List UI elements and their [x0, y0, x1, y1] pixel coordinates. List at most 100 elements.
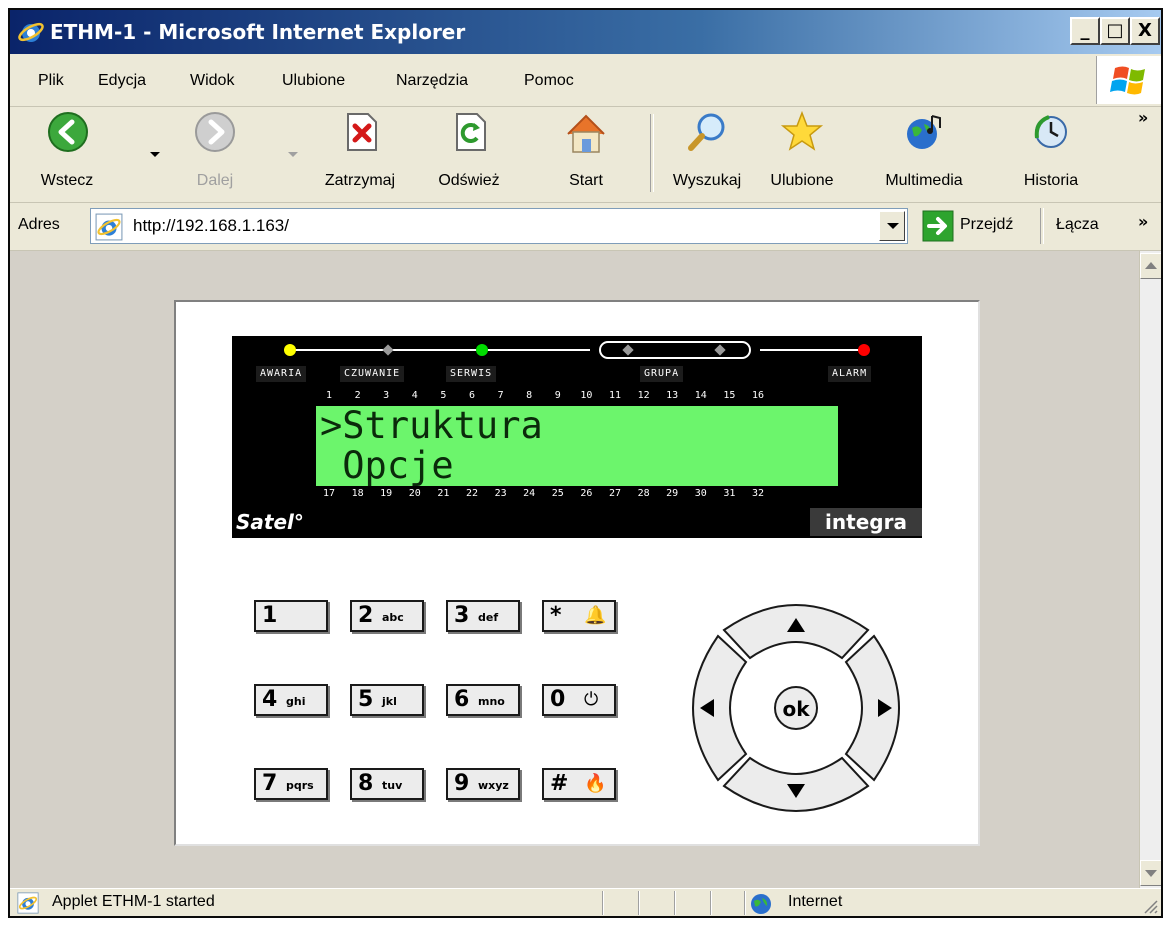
- media-button[interactable]: Multimedia: [866, 110, 982, 198]
- led-awaria: [284, 344, 296, 356]
- toolbar-more-chevron[interactable]: »: [1138, 108, 1148, 127]
- key-1[interactable]: 1: [254, 600, 328, 632]
- vertical-scrollbar[interactable]: [1139, 251, 1161, 888]
- satel-logo: Satel°: [236, 510, 304, 534]
- key-hash[interactable]: # 🔥: [542, 768, 616, 800]
- key-4-main: 4: [262, 687, 278, 712]
- maximize-button[interactable]: □: [1100, 17, 1130, 45]
- key-9[interactable]: 9 wxyz: [446, 768, 520, 800]
- ok-label: ok: [782, 697, 810, 721]
- refresh-icon: [456, 113, 486, 151]
- key-3[interactable]: 3 def: [446, 600, 520, 632]
- refresh-button[interactable]: Odśwież: [426, 110, 512, 198]
- key-4[interactable]: 4 ghi: [254, 684, 328, 716]
- back-button[interactable]: Wstecz: [24, 110, 110, 198]
- label-alarm: ALARM: [828, 366, 872, 382]
- links-label[interactable]: Łącza: [1056, 216, 1099, 234]
- key-5[interactable]: 5 jkl: [350, 684, 424, 716]
- close-button[interactable]: X: [1130, 17, 1160, 45]
- forward-label: Dalej: [196, 172, 234, 189]
- key-hash-main: #: [550, 771, 569, 796]
- key-2-letters: abc: [382, 611, 404, 624]
- key-2[interactable]: 2 abc: [350, 600, 424, 632]
- minimize-button[interactable]: _: [1070, 17, 1100, 45]
- address-bar: Adres http://192.168.1.163/ Przejdź Łącz…: [10, 202, 1161, 251]
- status-pane-divider: [638, 891, 640, 915]
- key-1-main: 1: [262, 603, 278, 628]
- scroll-up-button[interactable]: [1140, 253, 1161, 279]
- zone-number: 16: [751, 390, 765, 401]
- zone-number: 11: [608, 390, 622, 401]
- page-content: AWARIA CZUWANIE SERWIS GRUPA ALARM 12345…: [10, 251, 1139, 888]
- history-icon: [1034, 115, 1067, 148]
- menu-widok[interactable]: Widok: [190, 72, 234, 90]
- key-8[interactable]: 8 tuv: [350, 768, 424, 800]
- back-label: Wstecz: [40, 172, 94, 189]
- home-label: Start: [569, 172, 603, 189]
- stop-button[interactable]: Zatrzymaj: [310, 110, 410, 198]
- keypad-applet: AWARIA CZUWANIE SERWIS GRUPA ALARM 12345…: [174, 300, 980, 846]
- key-star[interactable]: * 🔔: [542, 600, 616, 632]
- stop-icon: [347, 113, 377, 151]
- menu-edycja[interactable]: Edycja: [98, 72, 146, 90]
- search-label: Wyszukaj: [672, 172, 742, 189]
- go-label: Przejdź: [960, 216, 1014, 233]
- links-more-chevron[interactable]: »: [1138, 212, 1148, 231]
- key-5-main: 5: [358, 687, 374, 712]
- forward-dropdown-arrow[interactable]: [288, 152, 298, 157]
- zone-number: 19: [380, 488, 393, 499]
- resize-grip-icon[interactable]: [1139, 895, 1159, 915]
- address-label: Adres: [18, 216, 60, 233]
- led-line-right: [760, 349, 860, 351]
- zone-number: 12: [637, 390, 650, 401]
- menu-ulubione[interactable]: Ulubione: [282, 72, 345, 90]
- zone-number: 28: [637, 488, 650, 499]
- led-serwis: [476, 344, 488, 356]
- zone-number: 7: [497, 390, 504, 401]
- favorites-button[interactable]: Ulubione: [754, 110, 850, 198]
- forward-button[interactable]: Dalej: [180, 110, 250, 198]
- back-dropdown-arrow[interactable]: [150, 152, 160, 157]
- home-icon: [567, 114, 605, 153]
- address-url: http://192.168.1.163/: [133, 216, 289, 235]
- lcd-panel: AWARIA CZUWANIE SERWIS GRUPA ALARM 12345…: [232, 336, 922, 538]
- zone-number: 4: [411, 390, 418, 401]
- zone-number: 2: [354, 390, 361, 401]
- key-7-main: 7: [262, 771, 278, 796]
- go-arrow-icon: [922, 210, 954, 242]
- zone-number: 1: [325, 390, 333, 401]
- address-dropdown-button[interactable]: [879, 211, 905, 241]
- menu-pomoc[interactable]: Pomoc: [524, 72, 574, 90]
- history-button[interactable]: Historia: [1006, 110, 1096, 198]
- status-bar: Applet ETHM-1 started Internet: [10, 888, 1161, 916]
- stop-label: Zatrzymaj: [324, 172, 396, 189]
- key-0[interactable]: 0 ⏻: [542, 684, 616, 716]
- key-9-letters: wxyz: [478, 779, 509, 792]
- window-title: ETHM-1 - Microsoft Internet Explorer: [50, 20, 466, 44]
- zone-number: 8: [526, 390, 533, 401]
- key-7[interactable]: 7 pqrs: [254, 768, 328, 800]
- internet-zone-label: Internet: [788, 893, 843, 910]
- scroll-down-button[interactable]: [1140, 860, 1161, 886]
- key-6[interactable]: 6 mno: [446, 684, 520, 716]
- status-page-icon: [17, 892, 39, 914]
- led-alarm: [858, 344, 870, 356]
- navigation-wheel: ok: [692, 604, 900, 812]
- key-3-main: 3: [454, 603, 470, 628]
- status-pane-divider: [602, 891, 604, 915]
- title-bar[interactable]: ETHM-1 - Microsoft Internet Explorer _ □…: [10, 10, 1161, 54]
- menu-narzedzia[interactable]: Narzędzia: [396, 72, 468, 90]
- lcd-screen: >Struktura Opcje: [316, 406, 838, 486]
- internet-zone-globe-icon: [751, 894, 771, 914]
- address-input[interactable]: http://192.168.1.163/: [90, 208, 908, 244]
- search-button[interactable]: Wyszukaj: [664, 110, 750, 198]
- media-label: Multimedia: [885, 172, 963, 189]
- home-button[interactable]: Start: [550, 110, 622, 198]
- key-5-letters: jkl: [382, 695, 397, 708]
- label-grupa: GRUPA: [640, 366, 684, 382]
- led-line-left: [290, 349, 590, 351]
- status-pane-divider: [744, 891, 746, 915]
- zone-numbers-top: 1 2 3 4 5 6 7 8 9 10 11 12 13 14 15 16: [232, 390, 922, 402]
- zone-numbers-bottom: 17 18 19 20 21 22 23 24 25 26 27 28 29 30 31 32: [232, 488, 922, 500]
- menu-plik[interactable]: Plik: [38, 72, 64, 90]
